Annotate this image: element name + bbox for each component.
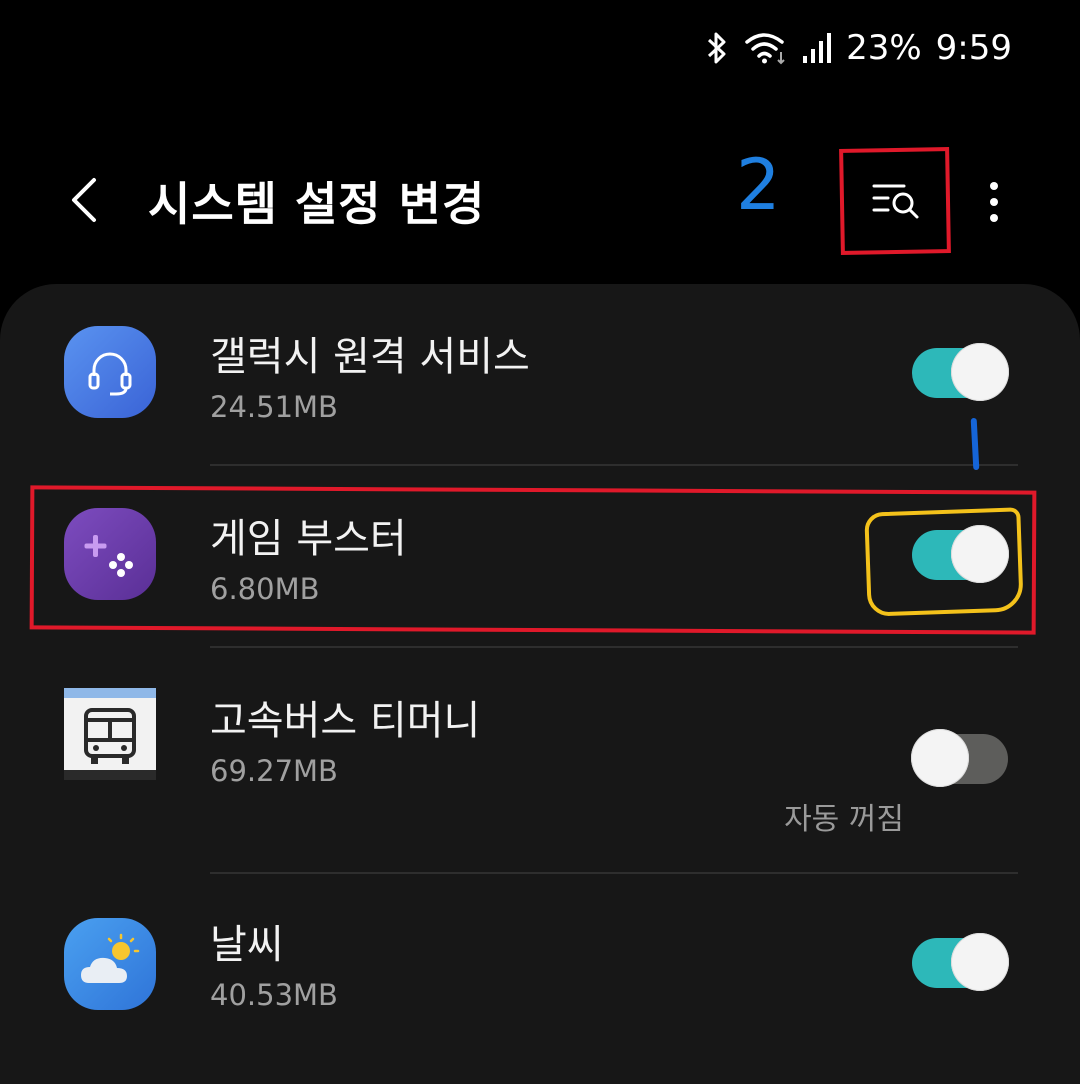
- back-button[interactable]: [58, 170, 118, 230]
- app-name: 날씨: [210, 922, 284, 968]
- headset-icon: [64, 326, 156, 418]
- auto-off-label: 자동 꺼짐: [784, 802, 904, 837]
- chevron-left-icon: [72, 178, 96, 222]
- app-bar: 시스템 설정 변경 2: [0, 140, 1080, 270]
- list-item-galaxy-remote-service[interactable]: 갤럭시 원격 서비스 24.51MB: [0, 284, 1080, 464]
- toggle-knob: [951, 933, 1009, 991]
- status-bar: 23% 9:59: [704, 22, 1012, 74]
- clock-time: 9:59: [935, 28, 1012, 68]
- annotation-number-2: 2: [736, 144, 781, 226]
- list-item-express-bus-tmoney[interactable]: 고속버스 티머니 69.27MB 자동 꺼짐: [0, 648, 1080, 872]
- more-options-button[interactable]: [970, 174, 1018, 234]
- app-list: 갤럭시 원격 서비스 24.51MB 게임 부스터 6.80MB 고속버스 티머…: [0, 284, 1080, 1084]
- app-name: 고속버스 티머니: [210, 698, 481, 744]
- app-size: 24.51MB: [210, 390, 338, 424]
- toggle-switch[interactable]: [911, 729, 1008, 787]
- wifi-icon: [744, 30, 788, 66]
- app-size: 40.53MB: [210, 978, 338, 1012]
- toggle-switch[interactable]: [912, 933, 1009, 991]
- app-size: 69.27MB: [210, 754, 338, 788]
- bluetooth-icon: [704, 30, 730, 66]
- toggle-knob: [951, 343, 1009, 401]
- app-name: 갤럭시 원격 서비스: [210, 334, 530, 380]
- list-item-weather[interactable]: 날씨 40.53MB: [0, 874, 1080, 1054]
- battery-percent: 23%: [846, 28, 922, 68]
- toggle-knob: [911, 729, 969, 787]
- search-button[interactable]: [839, 147, 951, 255]
- more-vertical-icon: [990, 182, 998, 222]
- annotation-box-toggle: [864, 507, 1024, 617]
- toggle-switch[interactable]: [912, 343, 1009, 401]
- weather-cloud-sun-icon: [64, 918, 156, 1010]
- page-title: 시스템 설정 변경: [148, 177, 486, 231]
- bus-icon: [64, 688, 156, 780]
- search-list-icon: [872, 184, 919, 219]
- cell-signal-icon: [802, 32, 832, 64]
